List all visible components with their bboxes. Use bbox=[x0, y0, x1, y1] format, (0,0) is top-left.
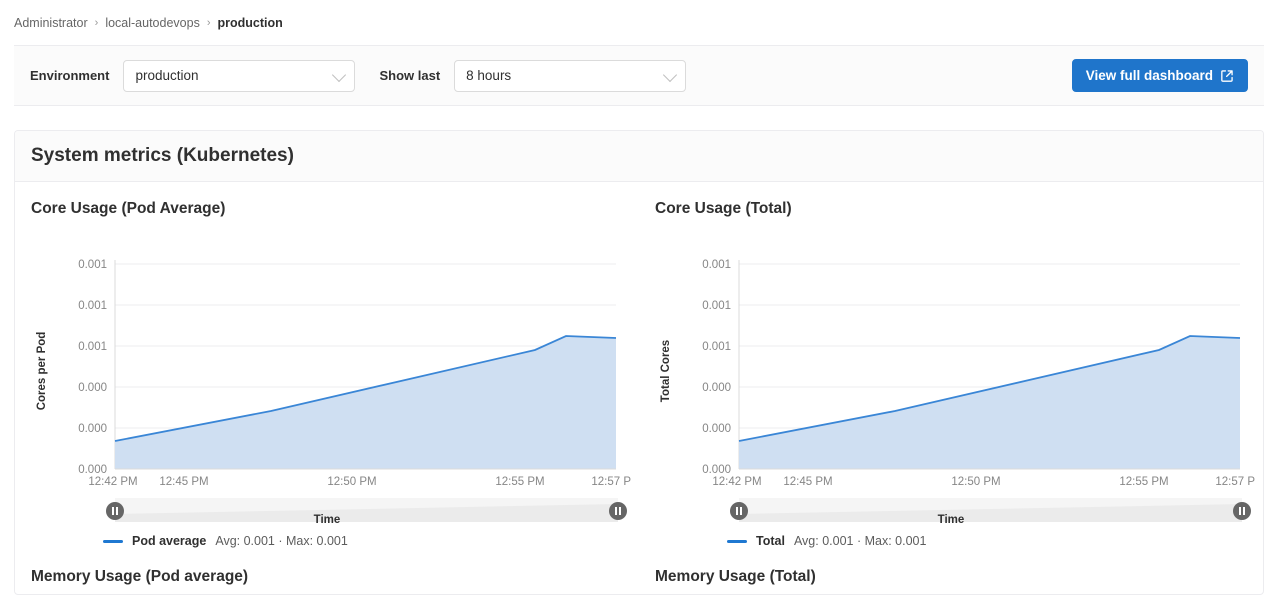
chevron-down-icon bbox=[663, 67, 677, 81]
chart-legend: Pod average Avg: 0.001 · Max: 0.001 bbox=[31, 534, 623, 548]
show-last-label: Show last bbox=[379, 68, 440, 83]
area-fill bbox=[115, 336, 616, 469]
legend-color-swatch bbox=[727, 540, 747, 543]
brush-handle-left[interactable] bbox=[730, 502, 748, 520]
svg-text:12:55 PM: 12:55 PM bbox=[495, 476, 544, 488]
chart-title: Memory Usage (Total) bbox=[655, 568, 1247, 586]
chart-card-memory-usage-pod-average: Memory Usage (Pod average) bbox=[15, 564, 639, 594]
external-link-icon bbox=[1220, 69, 1234, 83]
svg-text:12:57 PM: 12:57 PM bbox=[591, 476, 631, 488]
breadcrumb-separator-icon: › bbox=[207, 17, 211, 29]
breadcrumb-item-administrator[interactable]: Administrator bbox=[14, 16, 88, 30]
brush-handle-right[interactable] bbox=[609, 502, 627, 520]
area-fill bbox=[739, 336, 1240, 469]
core-usage-pod-average-chart[interactable]: Cores per Pod 0.001 0.001 0.001 0.000 0.… bbox=[31, 226, 631, 526]
panel-body: Core Usage (Pod Average) Cores per Pod 0… bbox=[15, 182, 1263, 548]
system-metrics-panel: System metrics (Kubernetes) Core Usage (… bbox=[14, 130, 1264, 595]
x-axis-title: Time bbox=[938, 514, 965, 526]
svg-text:0.001: 0.001 bbox=[702, 341, 731, 353]
chevron-down-icon bbox=[332, 67, 346, 81]
legend-series-name: Total bbox=[756, 534, 785, 548]
chart-card-memory-usage-total: Memory Usage (Total) bbox=[639, 564, 1263, 594]
environment-select[interactable]: production bbox=[123, 60, 355, 92]
chart-card-core-usage-pod-average: Core Usage (Pod Average) Cores per Pod 0… bbox=[15, 196, 639, 548]
show-last-select-value: 8 hours bbox=[466, 68, 511, 83]
svg-text:12:42 PM: 12:42 PM bbox=[88, 476, 137, 488]
svg-text:12:50 PM: 12:50 PM bbox=[327, 476, 376, 488]
brush-handle-left[interactable] bbox=[106, 502, 124, 520]
show-last-select[interactable]: 8 hours bbox=[454, 60, 686, 92]
legend-series-stats: Avg: 0.001 · Max: 0.001 bbox=[215, 534, 348, 548]
svg-text:0.001: 0.001 bbox=[78, 341, 107, 353]
view-full-dashboard-label: View full dashboard bbox=[1086, 68, 1213, 83]
svg-text:0.001: 0.001 bbox=[78, 259, 107, 271]
legend-color-swatch bbox=[103, 540, 123, 543]
y-axis-title: Total Cores bbox=[660, 340, 672, 402]
chart-card-core-usage-total: Core Usage (Total) Total Cores 0.001 0.0… bbox=[639, 196, 1263, 548]
x-axis-ticks: 12:42 PM 12:45 PM 12:50 PM 12:55 PM 12:5… bbox=[712, 476, 1255, 488]
breadcrumb-item-project[interactable]: local-autodevops bbox=[105, 16, 200, 30]
svg-text:0.001: 0.001 bbox=[78, 300, 107, 312]
environment-select-value: production bbox=[135, 68, 198, 83]
next-chart-row: Memory Usage (Pod average) Memory Usage … bbox=[15, 548, 1263, 594]
svg-text:12:45 PM: 12:45 PM bbox=[783, 476, 832, 488]
environment-label: Environment bbox=[30, 68, 109, 83]
x-axis-title: Time bbox=[314, 514, 341, 526]
y-axis-ticks: 0.001 0.001 0.001 0.000 0.000 0.000 bbox=[702, 259, 731, 476]
svg-text:0.000: 0.000 bbox=[78, 423, 107, 435]
breadcrumb: Administrator › local-autodevops › produ… bbox=[0, 0, 1278, 45]
view-full-dashboard-button[interactable]: View full dashboard bbox=[1072, 59, 1248, 92]
y-axis-title: Cores per Pod bbox=[36, 332, 48, 411]
legend-series-stats: Avg: 0.001 · Max: 0.001 bbox=[794, 534, 927, 548]
breadcrumb-separator-icon: › bbox=[95, 17, 99, 29]
svg-text:12:45 PM: 12:45 PM bbox=[159, 476, 208, 488]
svg-text:0.001: 0.001 bbox=[702, 259, 731, 271]
svg-text:12:42 PM: 12:42 PM bbox=[712, 476, 761, 488]
chart-title: Core Usage (Total) bbox=[655, 200, 1247, 218]
svg-text:0.000: 0.000 bbox=[702, 423, 731, 435]
legend-series-name: Pod average bbox=[132, 534, 206, 548]
brush-handle-right[interactable] bbox=[1233, 502, 1251, 520]
svg-text:0.000: 0.000 bbox=[78, 382, 107, 394]
metrics-toolbar: Environment production Show last 8 hours… bbox=[14, 45, 1264, 106]
panel-header: System metrics (Kubernetes) bbox=[15, 131, 1263, 182]
chart-title: Memory Usage (Pod average) bbox=[31, 568, 623, 586]
chart-legend: Total Avg: 0.001 · Max: 0.001 bbox=[655, 534, 1247, 548]
svg-text:0.000: 0.000 bbox=[702, 382, 731, 394]
svg-text:12:55 PM: 12:55 PM bbox=[1119, 476, 1168, 488]
panel-title: System metrics (Kubernetes) bbox=[31, 145, 1247, 167]
time-range-brush[interactable] bbox=[730, 498, 1251, 522]
time-range-brush[interactable] bbox=[106, 498, 627, 522]
svg-text:12:57 PM: 12:57 PM bbox=[1215, 476, 1255, 488]
breadcrumb-item-production[interactable]: production bbox=[218, 16, 283, 30]
svg-text:12:50 PM: 12:50 PM bbox=[951, 476, 1000, 488]
y-axis-ticks: 0.001 0.001 0.001 0.000 0.000 0.000 bbox=[78, 259, 107, 476]
core-usage-total-chart[interactable]: Total Cores 0.001 0.001 0.001 0.000 0.00… bbox=[655, 226, 1255, 526]
svg-text:0.000: 0.000 bbox=[78, 464, 107, 476]
chart-title: Core Usage (Pod Average) bbox=[31, 200, 623, 218]
x-axis-ticks: 12:42 PM 12:45 PM 12:50 PM 12:55 PM 12:5… bbox=[88, 476, 631, 488]
svg-text:0.000: 0.000 bbox=[702, 464, 731, 476]
svg-text:0.001: 0.001 bbox=[702, 300, 731, 312]
